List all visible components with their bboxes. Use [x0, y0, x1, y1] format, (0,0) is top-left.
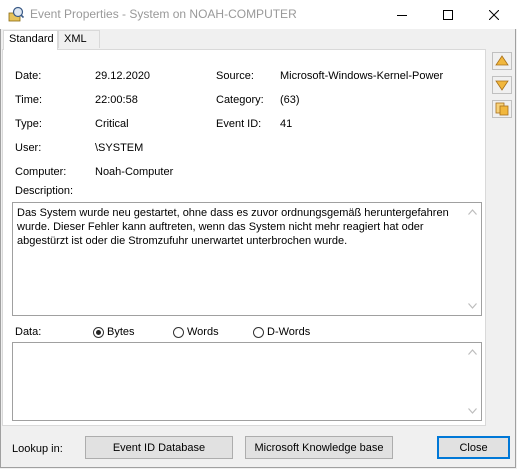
window-title: Event Properties - System on NOAH-COMPUT… [30, 7, 297, 21]
title-bar[interactable]: Event Properties - System on NOAH-COMPUT… [0, 0, 517, 29]
event-id-label: Event ID: [216, 118, 262, 130]
date-label: Date: [15, 70, 42, 82]
close-window-button[interactable] [471, 0, 517, 29]
bytes-radio-label: Bytes [107, 326, 135, 338]
words-radio-dot [173, 326, 184, 338]
computer-value: Noah-Computer [95, 166, 174, 178]
event-id-value: 41 [280, 118, 293, 130]
event-viewer-icon [8, 6, 24, 22]
description-scrollbar[interactable] [464, 203, 481, 315]
scroll-up-icon [468, 209, 477, 215]
event-id-database-label: Event ID Database [112, 441, 206, 454]
knowledge-base-label: Microsoft Knowledge base [254, 441, 384, 454]
description-text: Das System wurde neu gestartet, ohne das… [17, 207, 449, 247]
description-textbox[interactable]: Das System wurde neu gestartet, ohne das… [12, 202, 482, 316]
category-value: (63) [280, 94, 300, 106]
source-label: Source: [216, 70, 254, 82]
minimize-icon [397, 14, 407, 16]
type-value: Critical [95, 118, 129, 130]
copy-icon [495, 102, 509, 116]
data-label: Data: [15, 326, 42, 338]
close-button-label: Close [459, 441, 488, 454]
event-id-database-button[interactable]: Event ID Database [85, 436, 233, 459]
minimize-button[interactable] [379, 0, 425, 29]
user-label: User: [15, 142, 42, 154]
time-value: 22:00:58 [95, 94, 138, 106]
knowledge-base-button[interactable]: Microsoft Knowledge base [245, 436, 393, 459]
tab-xml[interactable]: XML [58, 30, 100, 48]
date-value: 29.12.2020 [95, 70, 151, 82]
user-value: \SYSTEM [95, 142, 144, 154]
scroll-down-icon [468, 303, 477, 309]
radio-selected-mark [96, 329, 101, 335]
scroll-up-icon [468, 349, 477, 355]
time-label: Time: [15, 94, 43, 106]
arrow-up-icon [495, 55, 509, 66]
tab-xml-label: XML [64, 33, 87, 45]
data-textbox[interactable] [12, 342, 482, 421]
arrow-down-icon [495, 80, 509, 91]
description-label: Description: [15, 185, 74, 197]
dwords-radio-label: D-Words [267, 326, 311, 338]
data-scrollbar[interactable] [464, 343, 481, 420]
previous-event-button[interactable] [492, 52, 512, 70]
category-label: Category: [216, 94, 264, 106]
close-button[interactable]: Close [437, 436, 510, 459]
computer-label: Computer: [15, 166, 67, 178]
dwords-radio-dot [253, 326, 264, 338]
type-label: Type: [15, 118, 42, 130]
scroll-down-icon [468, 408, 477, 414]
words-radio-label: Words [187, 326, 219, 338]
copy-button[interactable] [492, 100, 512, 118]
maximize-icon [443, 9, 453, 20]
dwords-radio[interactable]: D-Words [253, 325, 310, 339]
source-value: Microsoft-Windows-Kernel-Power [280, 70, 444, 82]
next-event-button[interactable] [492, 76, 512, 94]
bytes-radio-dot [93, 326, 104, 338]
tab-standard[interactable]: Standard [3, 30, 58, 50]
words-radio[interactable]: Words [173, 325, 219, 339]
lookup-label: Lookup in: [12, 443, 63, 455]
close-icon [489, 9, 499, 20]
maximize-button[interactable] [425, 0, 471, 29]
bytes-radio[interactable]: Bytes [93, 325, 135, 339]
tab-standard-label: Standard [9, 33, 54, 45]
